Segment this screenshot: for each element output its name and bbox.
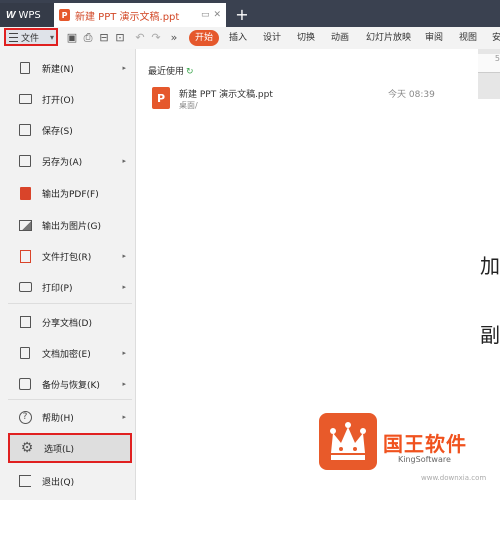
menu-item-new[interactable]: 新建(N) ▸ [8, 55, 132, 81]
tab-design[interactable]: 设计 [263, 30, 281, 46]
menu-item-save[interactable]: 保存(S) [8, 117, 132, 143]
menu-item-help[interactable]: ? 帮助(H) ▸ [8, 404, 132, 430]
menu-item-options[interactable]: ⚙ 选项(L) [8, 433, 132, 463]
share-icon [18, 315, 32, 329]
crown-logo-icon [319, 413, 377, 470]
tab-slideshow[interactable]: 幻灯片放映 [366, 30, 411, 46]
new-tab-button[interactable]: + [232, 3, 252, 25]
customize-chevron-icon[interactable]: » [168, 31, 180, 44]
wps-home-tab[interactable]: W WPS [0, 3, 54, 27]
chevron-right-icon: ▸ [122, 283, 126, 291]
new-doc-icon [18, 61, 32, 75]
menu-item-label: 打印(P) [42, 283, 73, 294]
print-icon [18, 280, 32, 294]
folder-icon [18, 92, 32, 106]
menu-item-label: 文档加密(E) [42, 349, 91, 360]
exit-icon [18, 474, 32, 488]
document-tab[interactable]: P 新建 PPT 演示文稿.ppt ▭ ✕ [54, 3, 226, 27]
menu-item-print[interactable]: 打印(P) ▸ [8, 274, 132, 300]
menu-item-export-pdf[interactable]: 输出为PDF(F) [8, 180, 132, 206]
menu-item-label: 备份与恢复(K) [42, 380, 100, 391]
toolbar: 文件 ▾ ▣ ⎙ ⊟ ⊡ ↶ ↷ » 开始 插入 设计 切换 动画 幻灯片放映 … [0, 27, 500, 50]
hamburger-icon [9, 32, 18, 42]
watermark-subtitle: KingSoftware [398, 455, 451, 464]
file-menu: 新建(N) ▸ 打开(O) 保存(S) 另存为(A) ▸ 输出为PDF(F) 输… [0, 49, 136, 500]
wps-home-label: WPS [18, 9, 41, 21]
recent-file-time: 今天 08:39 [388, 90, 435, 100]
ruler: 5 [478, 54, 500, 73]
help-icon: ? [18, 410, 32, 424]
tab-view[interactable]: 视图 [459, 30, 477, 46]
chevron-right-icon: ▸ [122, 64, 126, 72]
watermark-brand: 国王软件 [383, 432, 467, 456]
menu-item-label: 分享文档(D) [42, 318, 92, 329]
tab-start[interactable]: 开始 [189, 30, 220, 46]
pdf-icon [18, 186, 32, 200]
watermark-url: www.downxia.com [421, 474, 487, 482]
file-menu-label: 文件 [21, 33, 40, 44]
tab-window-icon[interactable]: ▭ [201, 10, 210, 20]
chevron-right-icon: ▸ [122, 413, 126, 421]
menu-item-label: 另存为(A) [42, 157, 83, 168]
quick-preview-icon[interactable]: ⊡ [114, 31, 126, 44]
title-bar: W WPS P 新建 PPT 演示文稿.ppt ▭ ✕ + [0, 0, 500, 27]
menu-item-label: 帮助(H) [42, 413, 74, 424]
image-icon [18, 218, 32, 232]
recent-file-name: 新建 PPT 演示文稿.ppt [179, 90, 273, 100]
tab-security[interactable]: 安 [492, 30, 500, 46]
menu-divider [8, 399, 132, 400]
menu-item-label: 输出为PDF(F) [42, 189, 99, 200]
menu-item-label: 退出(Q) [42, 477, 75, 488]
refresh-icon[interactable]: ↻ [186, 67, 194, 77]
chevron-right-icon: ▸ [122, 380, 126, 388]
menu-item-label: 输出为图片(G) [42, 221, 101, 232]
gear-icon: ⚙ [20, 440, 34, 456]
menu-item-label: 保存(S) [42, 126, 73, 137]
tab-review[interactable]: 审阅 [425, 30, 443, 46]
menu-item-label: 文件打包(R) [42, 252, 92, 263]
slide-text-2: 副 [480, 323, 500, 347]
recent-title: 最近使用 ↻ [148, 64, 194, 77]
menu-divider [8, 303, 132, 304]
menu-item-encrypt[interactable]: 文档加密(E) ▸ [8, 340, 132, 366]
menu-item-package[interactable]: 文件打包(R) ▸ [8, 243, 132, 269]
save-as-icon [18, 154, 32, 168]
tab-insert[interactable]: 插入 [229, 30, 247, 46]
chevron-right-icon: ▸ [122, 349, 126, 357]
menu-item-backup[interactable]: 备份与恢复(K) ▸ [8, 371, 132, 397]
menu-item-save-as[interactable]: 另存为(A) ▸ [8, 148, 132, 174]
chevron-right-icon: ▸ [122, 157, 126, 165]
menu-item-share[interactable]: 分享文档(D) [8, 309, 132, 335]
menu-item-label: 打开(O) [42, 95, 75, 106]
tab-animation[interactable]: 动画 [331, 30, 349, 46]
redo-icon[interactable]: ↷ [150, 31, 162, 44]
menu-item-exit[interactable]: 退出(Q) [8, 468, 132, 494]
chevron-right-icon: ▸ [122, 252, 126, 260]
undo-icon[interactable]: ↶ [134, 31, 146, 44]
ppt-file-icon: P [59, 9, 70, 21]
backup-icon [18, 377, 32, 391]
slide-text-1: 加 [480, 254, 500, 278]
quick-print-icon[interactable]: ⊟ [98, 31, 110, 44]
quick-export-icon[interactable]: ⎙ [82, 31, 94, 44]
menu-item-label: 新建(N) [42, 64, 74, 75]
wps-logo-icon: W [6, 9, 16, 21]
menu-item-export-image[interactable]: 输出为图片(G) [8, 212, 132, 238]
quick-save-icon[interactable]: ▣ [66, 31, 78, 44]
chevron-down-icon: ▾ [49, 32, 54, 42]
recent-title-text: 最近使用 [148, 67, 185, 77]
tab-transition[interactable]: 切换 [297, 30, 315, 46]
package-icon [18, 249, 32, 263]
save-icon [18, 123, 32, 137]
ppt-file-icon: P [152, 87, 170, 109]
lock-icon [18, 346, 32, 360]
recent-file-path: 桌面/ [179, 101, 198, 110]
menu-item-open[interactable]: 打开(O) [8, 86, 132, 112]
file-menu-button[interactable]: 文件 ▾ [4, 28, 58, 46]
menu-item-label: 选项(L) [44, 444, 75, 455]
document-tab-title: 新建 PPT 演示文稿.ppt [75, 11, 180, 23]
tab-close-icon[interactable]: ✕ [213, 10, 221, 20]
